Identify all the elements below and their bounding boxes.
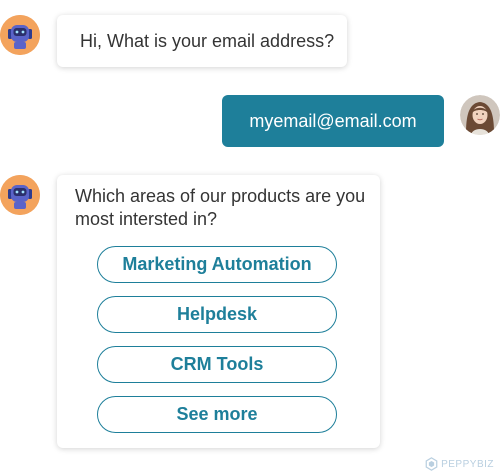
brand-logo-text: PEPPYBIZ <box>441 458 494 470</box>
option-see-more-button[interactable]: See more <box>97 396 337 433</box>
options-card: Which areas of our products are you most… <box>57 175 380 448</box>
bot-message-bubble: Hi, What is your email address? <box>57 15 347 67</box>
robot-icon <box>0 175 40 215</box>
brand-watermark: PEPPYBIZ <box>425 457 494 471</box>
user-photo <box>460 95 500 135</box>
robot-icon <box>0 15 40 55</box>
hexagon-logo-icon <box>425 457 438 471</box>
option-helpdesk-button[interactable]: Helpdesk <box>97 296 337 333</box>
user-message-text: myemail@email.com <box>249 110 417 131</box>
option-marketing-automation-button[interactable]: Marketing Automation <box>97 246 337 283</box>
bot-avatar <box>0 175 40 215</box>
options-prompt: Which areas of our products are you most… <box>75 186 366 229</box>
user-message-bubble: myemail@email.com <box>222 95 444 147</box>
option-crm-tools-button[interactable]: CRM Tools <box>97 346 337 383</box>
bot-avatar <box>0 15 40 55</box>
bot-message-text: Hi, What is your email address? <box>80 30 335 51</box>
user-avatar <box>460 95 500 135</box>
